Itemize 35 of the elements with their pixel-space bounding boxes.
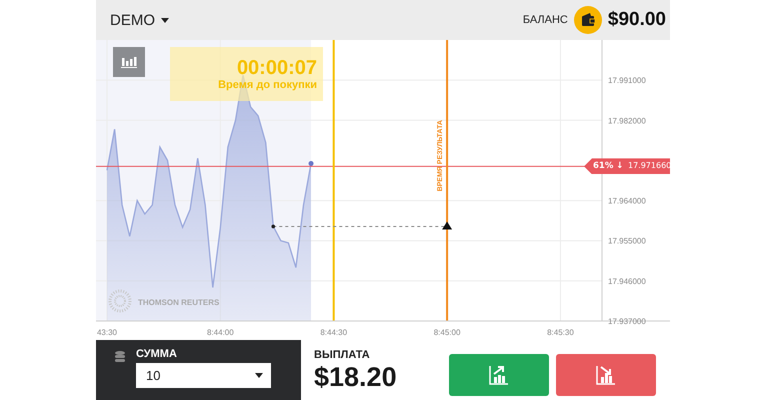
chart-up-icon <box>488 364 510 386</box>
amount-select[interactable]: 10 <box>136 363 271 388</box>
y-axis-label: 17.946000 <box>608 276 646 286</box>
y-axis-label: 17.964000 <box>608 196 646 206</box>
y-axis-label: 17.955000 <box>608 236 646 246</box>
current-point <box>308 161 314 166</box>
x-axis-label: 8:44:30 <box>320 328 348 337</box>
balance-label: БАЛАНС <box>522 14 568 26</box>
put-button[interactable] <box>556 354 656 396</box>
x-axis-label: 8:45:00 <box>434 328 460 337</box>
chart-type-button[interactable] <box>113 47 145 77</box>
provider-logo: THOMSON REUTERS <box>138 298 220 307</box>
x-axis-label: 8:44:00 <box>207 328 234 337</box>
bar-chart-icon <box>120 55 138 69</box>
call-button[interactable] <box>449 354 549 396</box>
x-axis-label: 8:45:30 <box>547 328 574 337</box>
y-axis-label: 17.982000 <box>608 116 646 126</box>
chart-down-icon <box>595 364 617 386</box>
price-badge: 61% ↓ 17.971660 <box>584 158 670 174</box>
countdown-timer: 00:00:07 <box>236 57 317 79</box>
logo-icon <box>108 290 132 312</box>
y-axis-label: 17.937000 <box>608 317 646 326</box>
account-dropdown[interactable]: DEMO <box>110 12 169 28</box>
coins-icon <box>114 350 128 364</box>
payout-label: ВЫПЛАТА <box>314 349 371 361</box>
balance-amount: $90.00 <box>608 9 666 31</box>
x-axis-label: 43:30 <box>96 328 118 337</box>
caret-icon <box>255 373 263 378</box>
caret-icon <box>161 18 169 22</box>
payout-amount: $18.20 <box>314 361 398 393</box>
ref-line-label: 61% ↓ 17.971660 <box>593 161 672 172</box>
amount-label: СУММА <box>136 348 178 360</box>
y-axis-label: 17.991000 <box>608 76 646 86</box>
wallet-icon <box>574 6 602 34</box>
timer-caption: Время до покупки <box>218 79 317 91</box>
